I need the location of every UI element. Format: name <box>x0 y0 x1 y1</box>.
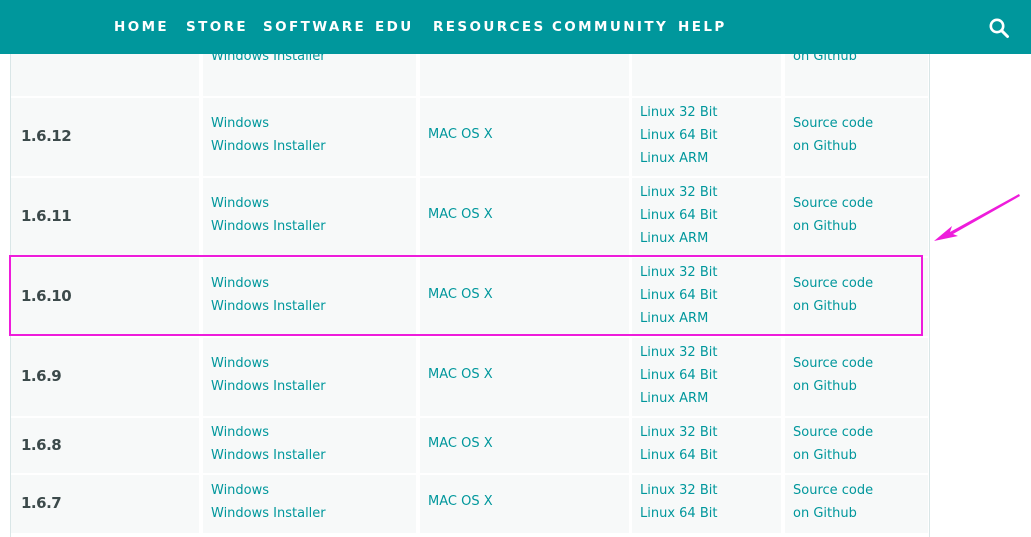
windows-link[interactable]: Windows <box>211 276 269 291</box>
version-cell: 1.6.11 <box>11 178 199 256</box>
linux-cell: Linux 32 Bit Linux 64 Bit <box>632 475 781 533</box>
source-cell: Source code on Github <box>785 338 928 416</box>
linux-link[interactable]: Linux ARM <box>640 231 708 246</box>
linux-cell: Linux 32 Bit Linux 64 Bit Linux ARM <box>632 178 781 256</box>
table-row: 1.6.9 Windows Windows Installer MAC OS X Lin… <box>11 338 928 416</box>
version-label: 1.6.10 <box>21 287 72 305</box>
nav-help[interactable]: HELP <box>678 19 727 35</box>
github-link[interactable]: on Github <box>793 506 857 521</box>
version-cell: 1.6.7 <box>11 475 199 533</box>
version-cell: 1.6.12 <box>11 98 199 176</box>
table-row: 1.6.11 Windows Windows Installer MAC OS X Li… <box>11 178 928 256</box>
mac-cell: MAC OS X <box>420 178 629 256</box>
linux-cell: Linux 32 Bit Linux 64 Bit <box>632 418 781 473</box>
linux-link[interactable]: Linux 64 Bit <box>640 368 717 383</box>
linux-link[interactable]: Linux 64 Bit <box>640 506 717 521</box>
github-link[interactable]: on Github <box>793 139 857 154</box>
search-icon[interactable] <box>988 17 1010 39</box>
linux-cell: Linux 32 Bit Linux 64 Bit Linux ARM <box>632 258 781 336</box>
source-cell: Source code on Github <box>785 178 928 256</box>
windows-cell: Windows Windows Installer <box>203 338 416 416</box>
windows-installer-link[interactable]: Windows Installer <box>211 299 326 314</box>
version-cell: 1.6.10 <box>11 258 199 336</box>
linux-link[interactable]: Linux 64 Bit <box>640 128 717 143</box>
mac-link[interactable]: MAC OS X <box>428 494 493 509</box>
table-row: 1.6.10 Windows Windows Installer MAC OS X Li… <box>11 258 928 336</box>
linux-link[interactable]: Linux 64 Bit <box>640 208 717 223</box>
windows-cell: Windows Windows Installer <box>203 178 416 256</box>
annotation-arrow-icon <box>934 194 1020 241</box>
windows-cell: Windows Windows Installer <box>203 258 416 336</box>
source-cell: Source code on Github <box>785 258 928 336</box>
source-code-link[interactable]: Source code <box>793 356 873 371</box>
version-cell: 1.6.9 <box>11 338 199 416</box>
windows-cell: Windows Windows Installer <box>203 418 416 473</box>
top-navigation-bar: HOME STORE SOFTWARE EDU RESOURCES COMMUN… <box>0 0 1031 54</box>
source-cell: Source code on Github <box>785 475 928 533</box>
linux-link[interactable]: Linux ARM <box>640 311 708 326</box>
mac-cell: MAC OS X <box>420 338 629 416</box>
windows-link[interactable]: Windows <box>211 196 269 211</box>
linux-link[interactable]: Linux 32 Bit <box>640 483 717 498</box>
linux-link[interactable]: Linux ARM <box>640 391 708 406</box>
version-cell: 1.6.8 <box>11 418 199 473</box>
mac-link[interactable]: MAC OS X <box>428 207 493 222</box>
windows-installer-link[interactable]: Windows Installer <box>211 379 326 394</box>
nav-store[interactable]: STORE <box>186 19 248 35</box>
windows-installer-link[interactable]: Windows Installer <box>211 506 326 521</box>
version-label: 1.6.7 <box>21 494 62 512</box>
source-code-link[interactable]: Source code <box>793 483 873 498</box>
linux-link[interactable]: Linux 32 Bit <box>640 425 717 440</box>
github-link[interactable]: on Github <box>793 379 857 394</box>
table-row: 1.6.12 Windows Windows Installer MAC OS X Li… <box>11 98 928 176</box>
linux-cell: Linux 32 Bit Linux 64 Bit Linux ARM <box>632 98 781 176</box>
mac-link[interactable]: MAC OS X <box>428 436 493 451</box>
mac-link[interactable]: MAC OS X <box>428 367 493 382</box>
mac-link[interactable]: MAC OS X <box>428 287 493 302</box>
source-code-link[interactable]: Source code <box>793 116 873 131</box>
nav-resources[interactable]: RESOURCES <box>433 19 546 35</box>
linux-link[interactable]: Linux ARM <box>640 151 708 166</box>
github-link[interactable]: on Github <box>793 299 857 314</box>
version-label: 1.6.8 <box>21 435 62 454</box>
windows-cell: Windows Windows Installer <box>203 475 416 533</box>
windows-installer-link[interactable]: Windows Installer <box>211 219 326 234</box>
mac-link[interactable]: MAC OS X <box>428 127 493 142</box>
nav-edu[interactable]: EDU <box>375 19 414 35</box>
source-code-link[interactable]: Source code <box>793 196 873 211</box>
source-code-link[interactable]: Source code <box>793 276 873 291</box>
windows-link[interactable]: Windows <box>211 356 269 371</box>
version-label: 1.6.9 <box>21 367 62 385</box>
source-cell: Source code on Github <box>785 98 928 176</box>
github-link[interactable]: on Github <box>793 448 857 463</box>
table-row: 1.6.7 Windows Windows Installer MAC OS X Lin… <box>11 475 928 533</box>
windows-installer-link[interactable]: Windows Installer <box>211 448 326 463</box>
version-label: 1.6.12 <box>21 127 72 145</box>
linux-link[interactable]: Linux 32 Bit <box>640 265 717 280</box>
version-label: 1.6.11 <box>21 207 72 225</box>
mac-cell: MAC OS X <box>420 98 629 176</box>
linux-link[interactable]: Linux 32 Bit <box>640 345 717 360</box>
nav-software[interactable]: SOFTWARE <box>263 19 366 35</box>
mac-cell: MAC OS X <box>420 418 629 473</box>
windows-link[interactable]: Windows <box>211 425 269 440</box>
linux-link[interactable]: Linux 64 Bit <box>640 288 717 303</box>
windows-cell: Windows Windows Installer <box>203 98 416 176</box>
linux-cell: Linux 32 Bit Linux 64 Bit Linux ARM <box>632 338 781 416</box>
linux-link[interactable]: Linux 32 Bit <box>640 185 717 200</box>
mac-cell: MAC OS X <box>420 258 629 336</box>
windows-link[interactable]: Windows <box>211 483 269 498</box>
nav-home[interactable]: HOME <box>114 19 169 35</box>
linux-link[interactable]: Linux 32 Bit <box>640 105 717 120</box>
nav-community[interactable]: COMMUNITY <box>552 19 668 35</box>
mac-cell: MAC OS X <box>420 475 629 533</box>
linux-link[interactable]: Linux 64 Bit <box>640 448 717 463</box>
table-row: 1.6.8 Windows Windows Installer MAC OS X Lin… <box>11 418 928 473</box>
windows-installer-link[interactable]: Windows Installer <box>211 139 326 154</box>
source-cell: Source code on Github <box>785 418 928 473</box>
windows-link[interactable]: Windows <box>211 116 269 131</box>
github-link[interactable]: on Github <box>793 219 857 234</box>
source-code-link[interactable]: Source code <box>793 425 873 440</box>
